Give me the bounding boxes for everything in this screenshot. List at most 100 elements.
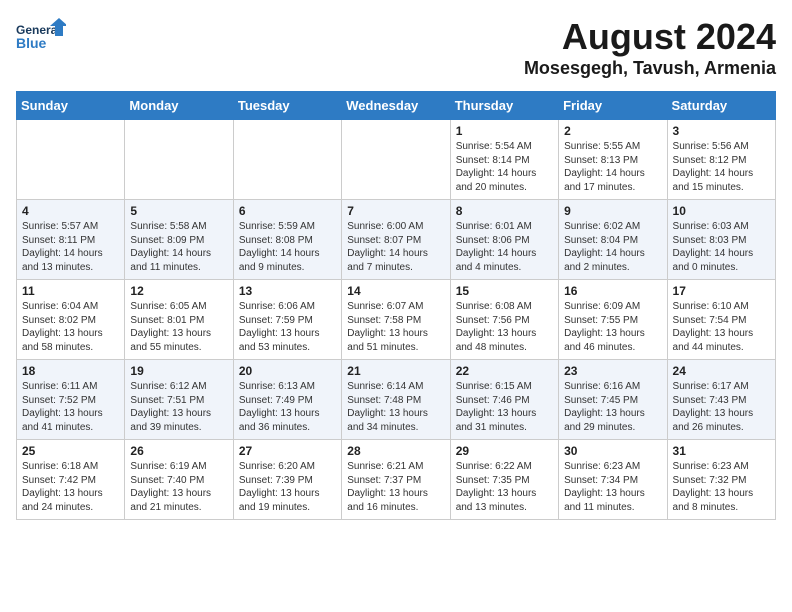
day-number-25: 25: [22, 444, 119, 458]
day-number-28: 28: [347, 444, 444, 458]
day-cell-27: 27Sunrise: 6:20 AM Sunset: 7:39 PM Dayli…: [233, 440, 341, 520]
day-number-9: 9: [564, 204, 661, 218]
day-content-24: Sunrise: 6:17 AM Sunset: 7:43 PM Dayligh…: [673, 380, 770, 434]
day-number-14: 14: [347, 284, 444, 298]
header-wednesday: Wednesday: [342, 92, 450, 120]
day-content-21: Sunrise: 6:14 AM Sunset: 7:48 PM Dayligh…: [347, 380, 444, 434]
day-number-11: 11: [22, 284, 119, 298]
day-cell-1: 1Sunrise: 5:54 AM Sunset: 8:14 PM Daylig…: [450, 120, 558, 200]
day-cell-11: 11 Sunrise: 6:04 AM Sunset: 8:02 PM Dayli…: [17, 280, 125, 360]
day-number-21: 21: [347, 364, 444, 378]
day-content-19: Sunrise: 6:12 AM Sunset: 7:51 PM Dayligh…: [130, 380, 227, 434]
day-number-24: 24: [673, 364, 770, 378]
day-number-31: 31: [673, 444, 770, 458]
day-cell-5: 5Sunrise: 5:58 AM Sunset: 8:09 PM Daylig…: [125, 200, 233, 280]
day-content-8: Sunrise: 6:01 AM Sunset: 8:06 PM Dayligh…: [456, 220, 553, 274]
day-cell-24: 24 Sunrise: 6:17 AM Sunset: 7:43 PM Dayli…: [667, 360, 775, 440]
header-sunday: Sunday: [17, 92, 125, 120]
day-content-15: Sunrise: 6:08 AM Sunset: 7:56 PM Dayligh…: [456, 300, 553, 354]
day-cell-19: 19 Sunrise: 6:12 AM Sunset: 7:51 PM Dayli…: [125, 360, 233, 440]
day-cell-31: 31 Sunrise: 6:23 AM Sunset: 7:32 PM Dayli…: [667, 440, 775, 520]
day-cell-23: 23Sunrise: 6:16 AM Sunset: 7:45 PM Dayli…: [559, 360, 667, 440]
day-content-6: Sunrise: 5:59 AM Sunset: 8:08 PM Dayligh…: [239, 220, 336, 274]
day-cell-9: 9 Sunrise: 6:02 AM Sunset: 8:04 PM Daylig…: [559, 200, 667, 280]
week-row-1: 1Sunrise: 5:54 AM Sunset: 8:14 PM Daylig…: [17, 120, 776, 200]
day-content-14: Sunrise: 6:07 AM Sunset: 7:58 PM Dayligh…: [347, 300, 444, 354]
day-number-19: 19: [130, 364, 227, 378]
day-cell-6: 6Sunrise: 5:59 AM Sunset: 8:08 PM Daylig…: [233, 200, 341, 280]
day-cell-14: 14 Sunrise: 6:07 AM Sunset: 7:58 PM Dayli…: [342, 280, 450, 360]
day-number-2: 2: [564, 124, 661, 138]
day-cell-3: 3 Sunrise: 5:56 AM Sunset: 8:12 PM Daylig…: [667, 120, 775, 200]
day-cell-12: 12 Sunrise: 6:05 AM Sunset: 8:01 PM Dayli…: [125, 280, 233, 360]
day-number-26: 26: [130, 444, 227, 458]
day-content-20: Sunrise: 6:13 AM Sunset: 7:49 PM Dayligh…: [239, 380, 336, 434]
day-content-2: Sunrise: 5:55 AM Sunset: 8:13 PM Dayligh…: [564, 140, 661, 194]
day-number-3: 3: [673, 124, 770, 138]
day-number-7: 7: [347, 204, 444, 218]
day-content-10: Sunrise: 6:03 AM Sunset: 8:03 PM Dayligh…: [673, 220, 770, 274]
header-row: SundayMondayTuesdayWednesdayThursdayFrid…: [17, 92, 776, 120]
day-number-17: 17: [673, 284, 770, 298]
day-cell-15: 15 Sunrise: 6:08 AM Sunset: 7:56 PM Dayli…: [450, 280, 558, 360]
day-cell-30: 30 Sunrise: 6:23 AM Sunset: 7:34 PM Dayli…: [559, 440, 667, 520]
day-cell-29: 29Sunrise: 6:22 AM Sunset: 7:35 PM Dayli…: [450, 440, 558, 520]
day-cell-13: 13 Sunrise: 6:06 AM Sunset: 7:59 PM Dayli…: [233, 280, 341, 360]
day-cell-17: 17 Sunrise: 6:10 AM Sunset: 7:54 PM Dayli…: [667, 280, 775, 360]
day-content-22: Sunrise: 6:15 AM Sunset: 7:46 PM Dayligh…: [456, 380, 553, 434]
day-number-4: 4: [22, 204, 119, 218]
day-cell-16: 16 Sunrise: 6:09 AM Sunset: 7:55 PM Dayli…: [559, 280, 667, 360]
day-number-18: 18: [22, 364, 119, 378]
location-title: Mosesgegh, Tavush, Armenia: [524, 58, 776, 79]
header-tuesday: Tuesday: [233, 92, 341, 120]
day-number-16: 16: [564, 284, 661, 298]
day-content-31: Sunrise: 6:23 AM Sunset: 7:32 PM Dayligh…: [673, 460, 770, 514]
day-cell-26: 26 Sunrise: 6:19 AM Sunset: 7:40 PM Dayli…: [125, 440, 233, 520]
week-row-2: 4Sunrise: 5:57 AM Sunset: 8:11 PM Daylig…: [17, 200, 776, 280]
day-cell-10: 10Sunrise: 6:03 AM Sunset: 8:03 PM Dayli…: [667, 200, 775, 280]
day-number-20: 20: [239, 364, 336, 378]
logo: General Blue: [16, 16, 66, 61]
day-content-11: Sunrise: 6:04 AM Sunset: 8:02 PM Dayligh…: [22, 300, 119, 354]
day-content-26: Sunrise: 6:19 AM Sunset: 7:40 PM Dayligh…: [130, 460, 227, 514]
day-content-12: Sunrise: 6:05 AM Sunset: 8:01 PM Dayligh…: [130, 300, 227, 354]
week-row-3: 11 Sunrise: 6:04 AM Sunset: 8:02 PM Dayli…: [17, 280, 776, 360]
logo-svg: General Blue: [16, 16, 66, 61]
day-content-30: Sunrise: 6:23 AM Sunset: 7:34 PM Dayligh…: [564, 460, 661, 514]
title-block: August 2024 Mosesgegh, Tavush, Armenia: [524, 16, 776, 79]
day-number-13: 13: [239, 284, 336, 298]
empty-cell: [342, 120, 450, 200]
day-content-29: Sunrise: 6:22 AM Sunset: 7:35 PM Dayligh…: [456, 460, 553, 514]
header-thursday: Thursday: [450, 92, 558, 120]
day-cell-28: 28 Sunrise: 6:21 AM Sunset: 7:37 PM Dayli…: [342, 440, 450, 520]
day-number-22: 22: [456, 364, 553, 378]
empty-cell: [17, 120, 125, 200]
day-number-30: 30: [564, 444, 661, 458]
day-content-17: Sunrise: 6:10 AM Sunset: 7:54 PM Dayligh…: [673, 300, 770, 354]
day-content-1: Sunrise: 5:54 AM Sunset: 8:14 PM Dayligh…: [456, 140, 553, 194]
empty-cell: [233, 120, 341, 200]
day-cell-7: 7 Sunrise: 6:00 AM Sunset: 8:07 PM Daylig…: [342, 200, 450, 280]
day-content-25: Sunrise: 6:18 AM Sunset: 7:42 PM Dayligh…: [22, 460, 119, 514]
day-cell-8: 8Sunrise: 6:01 AM Sunset: 8:06 PM Daylig…: [450, 200, 558, 280]
week-row-4: 18 Sunrise: 6:11 AM Sunset: 7:52 PM Dayli…: [17, 360, 776, 440]
day-number-15: 15: [456, 284, 553, 298]
day-cell-21: 21 Sunrise: 6:14 AM Sunset: 7:48 PM Dayli…: [342, 360, 450, 440]
day-content-28: Sunrise: 6:21 AM Sunset: 7:37 PM Dayligh…: [347, 460, 444, 514]
day-content-3: Sunrise: 5:56 AM Sunset: 8:12 PM Dayligh…: [673, 140, 770, 194]
day-number-12: 12: [130, 284, 227, 298]
page-header: General Blue August 2024 Mosesgegh, Tavu…: [16, 16, 776, 79]
header-monday: Monday: [125, 92, 233, 120]
header-friday: Friday: [559, 92, 667, 120]
day-number-23: 23: [564, 364, 661, 378]
day-cell-25: 25 Sunrise: 6:18 AM Sunset: 7:42 PM Dayli…: [17, 440, 125, 520]
day-content-9: Sunrise: 6:02 AM Sunset: 8:04 PM Dayligh…: [564, 220, 661, 274]
day-content-16: Sunrise: 6:09 AM Sunset: 7:55 PM Dayligh…: [564, 300, 661, 354]
day-content-18: Sunrise: 6:11 AM Sunset: 7:52 PM Dayligh…: [22, 380, 119, 434]
day-content-7: Sunrise: 6:00 AM Sunset: 8:07 PM Dayligh…: [347, 220, 444, 274]
day-cell-22: 22 Sunrise: 6:15 AM Sunset: 7:46 PM Dayli…: [450, 360, 558, 440]
day-cell-18: 18 Sunrise: 6:11 AM Sunset: 7:52 PM Dayli…: [17, 360, 125, 440]
day-content-5: Sunrise: 5:58 AM Sunset: 8:09 PM Dayligh…: [130, 220, 227, 274]
day-cell-4: 4Sunrise: 5:57 AM Sunset: 8:11 PM Daylig…: [17, 200, 125, 280]
day-content-13: Sunrise: 6:06 AM Sunset: 7:59 PM Dayligh…: [239, 300, 336, 354]
